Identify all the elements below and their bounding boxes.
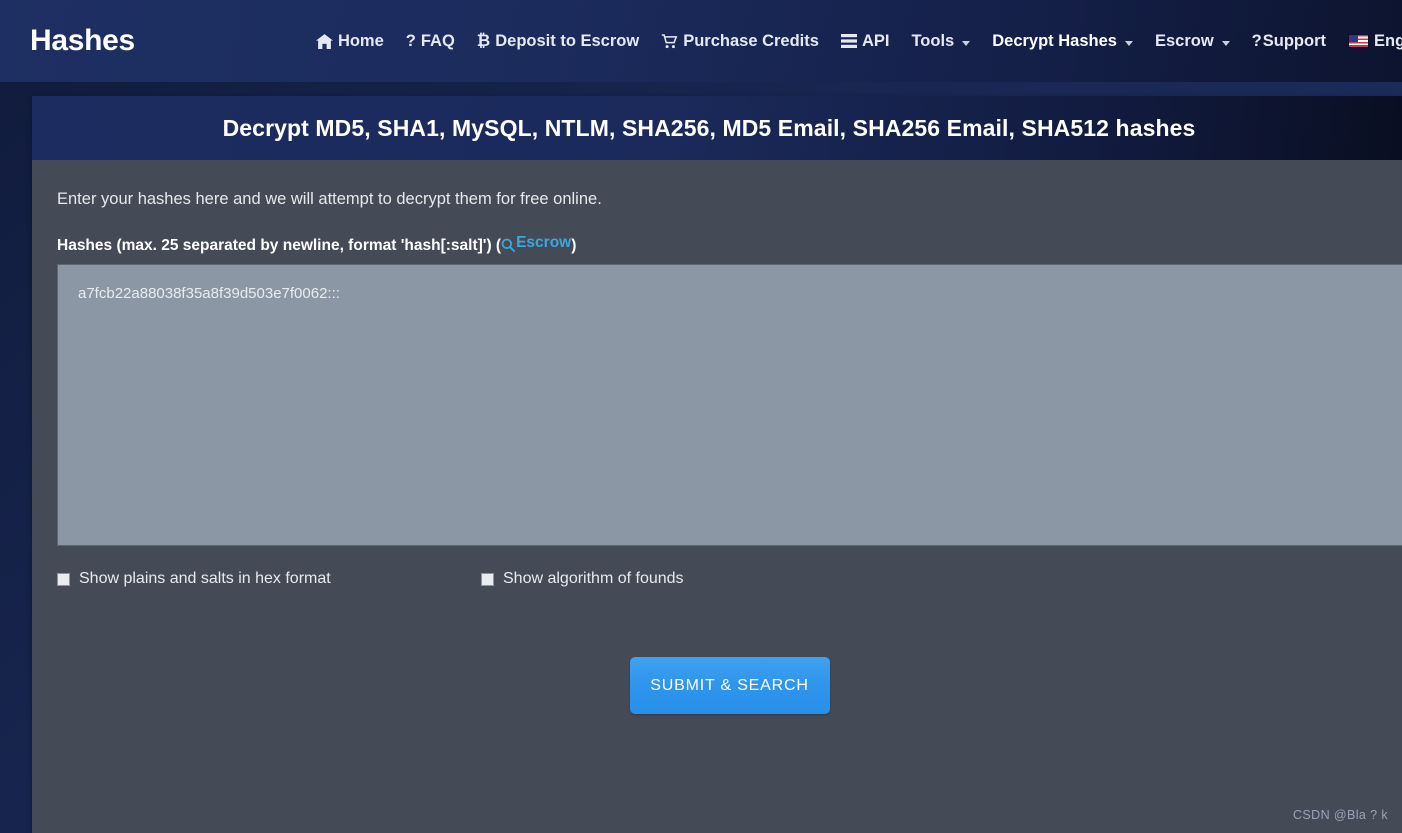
- nav-label: Tools: [911, 31, 955, 50]
- chevron-down-icon: [962, 40, 971, 46]
- nav-item-api[interactable]: API: [830, 26, 901, 57]
- nav-item-deposit-to-escrow[interactable]: ₿ Deposit to Escrow: [466, 26, 650, 57]
- options-row: Show plains and salts in hex format Show…: [57, 570, 1402, 588]
- search-icon: [501, 236, 516, 252]
- nav-item-decrypt-hashes[interactable]: Decrypt Hashes: [981, 26, 1144, 57]
- main-navbar: Hashes Home ? FAQ ₿ Deposit to Escrow Pu…: [0, 0, 1402, 82]
- show-hex-option[interactable]: Show plains and salts in hex format: [57, 570, 481, 588]
- nav-label: API: [861, 31, 890, 50]
- nav-item-language[interactable]: English: [1337, 26, 1402, 57]
- intro-text: Enter your hashes here and we will attem…: [57, 190, 602, 208]
- submit-row: SUBMIT & SEARCH: [57, 657, 1402, 714]
- decrypt-card: Decrypt MD5, SHA1, MySQL, NTLM, SHA256, …: [32, 96, 1402, 833]
- show-hex-label: Show plains and salts in hex format: [79, 570, 331, 587]
- nav-item-purchase-credits[interactable]: Purchase Credits: [650, 26, 830, 57]
- nav-item-escrow[interactable]: Escrow: [1144, 26, 1241, 57]
- escrow-link-label: Escrow: [516, 234, 572, 251]
- show-algorithm-checkbox[interactable]: [481, 572, 494, 586]
- chevron-down-icon: [1221, 40, 1230, 46]
- hashes-label-prefix: Hashes (max. 25 separated by newline, fo…: [57, 237, 502, 254]
- page-title: Decrypt MD5, SHA1, MySQL, NTLM, SHA256, …: [222, 114, 1196, 141]
- hashes-field-label: Hashes (max. 25 separated by newline, fo…: [57, 234, 1402, 255]
- us-flag-icon: [1348, 34, 1370, 48]
- cart-icon: [661, 33, 678, 49]
- home-icon: [315, 33, 333, 49]
- hashes-input[interactable]: [57, 264, 1402, 546]
- question-icon: ?: [1251, 31, 1262, 50]
- card-body: Enter your hashes here and we will attem…: [32, 160, 1402, 833]
- show-algorithm-label: Show algorithm of founds: [503, 570, 684, 587]
- site-brand[interactable]: Hashes: [30, 24, 135, 58]
- nav-label: FAQ: [420, 31, 455, 50]
- question-icon: ?: [405, 31, 416, 50]
- nav-item-faq[interactable]: ? FAQ: [395, 26, 466, 57]
- server-icon: [840, 34, 857, 48]
- nav-label: Deposit to Escrow: [495, 31, 640, 50]
- nav-item-tools[interactable]: Tools: [900, 26, 981, 57]
- nav-label: Home: [337, 31, 384, 50]
- card-header: Decrypt MD5, SHA1, MySQL, NTLM, SHA256, …: [32, 96, 1402, 160]
- bitcoin-icon: ₿: [476, 31, 491, 50]
- nav-item-support[interactable]: ? Support: [1241, 26, 1337, 57]
- nav-label: Support: [1262, 31, 1327, 50]
- nav-label: Purchase Credits: [683, 31, 819, 50]
- chevron-down-icon: [1124, 40, 1133, 46]
- escrow-inline-link[interactable]: Escrow: [501, 234, 571, 252]
- nav-label: English: [1374, 31, 1402, 50]
- hashes-label-suffix: ): [571, 237, 577, 254]
- show-algorithm-option[interactable]: Show algorithm of founds: [481, 570, 684, 588]
- nav-label: Decrypt Hashes: [992, 31, 1117, 50]
- watermark: CSDN @Bla ? k: [1293, 808, 1388, 822]
- show-hex-checkbox[interactable]: [57, 572, 70, 586]
- nav-item-home[interactable]: Home: [305, 26, 395, 57]
- submit-and-search-button[interactable]: SUBMIT & SEARCH: [629, 657, 830, 714]
- primary-navigation: Home ? FAQ ₿ Deposit to Escrow Purchase …: [305, 26, 1402, 57]
- nav-label: Escrow: [1154, 31, 1214, 50]
